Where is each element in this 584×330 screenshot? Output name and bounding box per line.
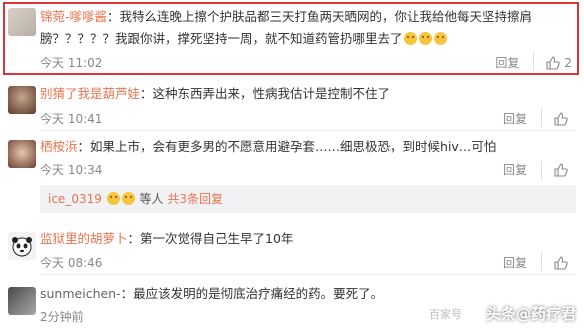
watermark: 头条@药疗君 (485, 305, 576, 323)
avatar[interactable] (8, 232, 36, 260)
emoji-icon (418, 32, 432, 45)
emoji-icon (121, 192, 135, 205)
comment-time: 今天 08:46 (40, 256, 103, 270)
comment-actions: 回复 (503, 254, 572, 271)
comment-actions: 回复 2 (495, 54, 572, 71)
comment-content: ：最应该发明的是彻底治疗痛经的药。要死了。 (120, 286, 384, 301)
reply-button[interactable]: 回复 (503, 110, 542, 127)
sub-reply-username[interactable]: ice_0319 (48, 192, 102, 206)
comment-time: 今天 11:02 (40, 56, 103, 70)
emoji-icon (106, 192, 120, 205)
thumbs-up-icon (546, 55, 561, 70)
comment-content: ：第一次觉得自己生早了10年 (127, 231, 294, 246)
emoji-icon (403, 32, 417, 45)
like-count: 2 (564, 55, 572, 70)
comment-time: 今天 10:41 (40, 112, 103, 126)
comment-text: sunmeichen-：最应该发明的是彻底治疗痛经的药。要死了。 (40, 283, 574, 305)
comment-content-line2: 膀？？？？？我跟你讲，撑死坚持一周，就不知道药管扔哪里去了 (40, 31, 403, 46)
sub-reply-count-link[interactable]: 共3条回复 (167, 192, 223, 206)
like-button[interactable]: 2 (546, 56, 572, 70)
comment-text: 别猜了我是葫芦娃：这种东西弄出来，性病我估计是控制不住了 (40, 83, 574, 105)
avatar[interactable] (8, 287, 36, 315)
comment-content: ：如果上市，会有更多男的不愿意用避孕套……细思极恐，到时候hiv…可怕 (77, 139, 497, 154)
sub-reply-bar[interactable]: ice_0319 等人 共3条回复 (40, 185, 576, 213)
comment-actions: 回复 (503, 161, 572, 178)
comment-content: ：这种东西弄出来，性病我估计是控制不住了 (140, 86, 391, 101)
comment-username[interactable]: 别猜了我是葫芦娃 (40, 86, 140, 101)
like-button[interactable] (554, 111, 572, 126)
reply-button[interactable]: 回复 (503, 161, 542, 178)
comment-time: 今天 10:34 (40, 163, 103, 177)
comment-time: 2分钟前 (40, 310, 84, 324)
comment-text: 监狱里的胡萝卜：第一次觉得自己生早了10年 (40, 228, 574, 250)
reply-button[interactable]: 回复 (503, 254, 542, 271)
thumbs-up-icon (554, 255, 568, 270)
avatar[interactable] (8, 140, 36, 168)
thumbs-up-icon (554, 162, 568, 177)
comment-text: 锦菀-嗲嗲酱：我特么连晚上擦个护肤品都三天打鱼两天晒网的，你让我给他每天坚持擦肩… (40, 6, 574, 50)
comment-username[interactable]: sunmeichen- (40, 286, 121, 301)
comment-content: ：我特么连晚上擦个护肤品都三天打鱼两天晒网的，你让我给他每天坚持擦肩 (107, 9, 533, 24)
comment-username[interactable]: 监狱里的胡萝卜 (40, 231, 128, 246)
comment-username[interactable]: 栖桉浜 (40, 139, 78, 154)
emoji-icon (433, 32, 447, 45)
comment-username[interactable]: 锦菀-嗲嗲酱 (40, 9, 107, 24)
like-button[interactable] (554, 255, 572, 270)
divider (40, 130, 576, 131)
avatar[interactable] (8, 8, 36, 36)
avatar[interactable] (8, 86, 36, 114)
watermark-faint: 百家号 (429, 308, 462, 321)
panda-avatar-icon (12, 237, 32, 257)
divider (40, 274, 576, 275)
reply-button[interactable]: 回复 (495, 54, 535, 71)
comment-actions: 回复 (503, 110, 572, 127)
sub-reply-label: 等人 (139, 192, 164, 206)
like-button[interactable] (554, 162, 572, 177)
thumbs-up-icon (554, 111, 568, 126)
comment-text: 栖桉浜：如果上市，会有更多男的不愿意用避孕套……细思极恐，到时候hiv…可怕 (40, 136, 574, 158)
